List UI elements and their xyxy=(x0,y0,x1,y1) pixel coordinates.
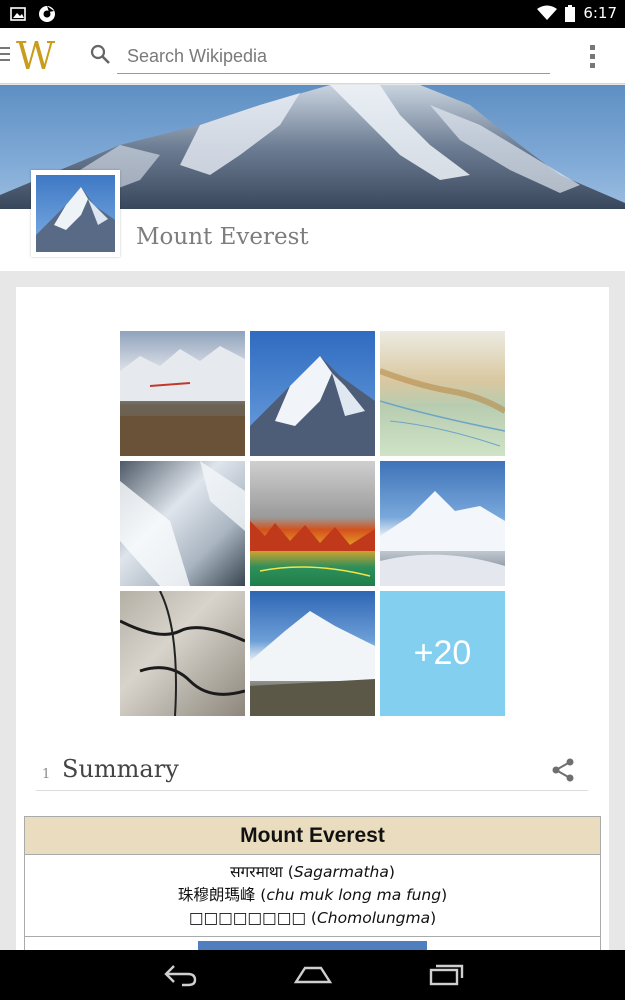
search-icon xyxy=(90,44,110,64)
gallery-image-7[interactable] xyxy=(120,591,245,716)
gallery-image-6[interactable] xyxy=(380,461,505,586)
gallery-image-3[interactable] xyxy=(380,331,505,456)
gallery-image-2[interactable] xyxy=(250,331,375,456)
app-bar: W xyxy=(0,28,625,84)
back-icon[interactable] xyxy=(162,962,198,988)
summary-section-header: 1 Summary xyxy=(36,753,588,791)
more-images-count: +20 xyxy=(413,634,472,672)
recent-apps-icon[interactable] xyxy=(428,962,466,988)
infobox-title: Mount Everest xyxy=(25,817,600,855)
infobox-names: सगरमाथा (Sagarmatha) 珠穆朗瑪峰 (chu muk long… xyxy=(25,855,600,937)
gallery-image-8[interactable] xyxy=(250,591,375,716)
name-nepali: सगरमाथा (Sagarmatha) xyxy=(230,863,395,881)
nav-drawer-icon[interactable] xyxy=(0,47,10,63)
overflow-menu-icon[interactable] xyxy=(585,42,599,70)
name-tibetan: □□□□□□□□ (Chomolungma) xyxy=(188,909,437,927)
gallery-image-5[interactable] xyxy=(250,461,375,586)
image-notification-icon xyxy=(10,7,26,21)
section-number: 1 xyxy=(42,767,51,782)
image-gallery: +20 xyxy=(120,331,506,717)
page-title: Mount Everest xyxy=(136,224,309,250)
more-images-tile[interactable]: +20 xyxy=(380,591,505,716)
wifi-icon xyxy=(537,5,558,20)
section-title: Summary xyxy=(62,755,179,783)
navigation-bar xyxy=(0,950,625,1000)
article-card: +20 1 Summary Mount Everest सगरमाथा (Sag… xyxy=(16,287,609,1000)
status-time: 6:17 xyxy=(583,4,617,22)
share-icon[interactable] xyxy=(550,757,576,783)
status-bar: 6:17 xyxy=(0,0,625,28)
battery-icon xyxy=(565,4,576,22)
gallery-image-1[interactable] xyxy=(120,331,245,456)
search-input[interactable] xyxy=(117,40,550,74)
gallery-image-4[interactable] xyxy=(120,461,245,586)
name-chinese: 珠穆朗瑪峰 (chu muk long ma fung) xyxy=(177,886,448,904)
lead-thumbnail[interactable] xyxy=(31,170,120,257)
home-icon[interactable] xyxy=(293,962,333,988)
wikipedia-logo[interactable]: W xyxy=(16,34,55,78)
chrome-notification-icon xyxy=(39,6,55,22)
